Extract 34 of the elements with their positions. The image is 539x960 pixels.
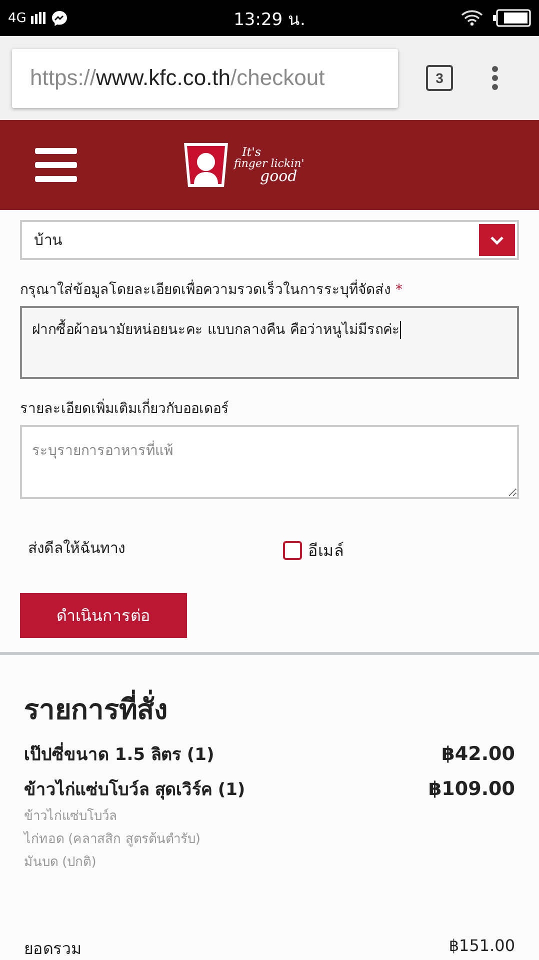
delivery-details-field[interactable]: ฝากซื้อผ้าอนามัยหน่อยนะคะ แบบกลางคืน คือว่าหนูไม่มีรถค่ะ bbox=[20, 306, 519, 379]
item-name: เป๊ปซี่ขนาด 1.5 ลิตร (1) bbox=[24, 740, 214, 770]
more-menu-icon[interactable] bbox=[491, 65, 499, 91]
order-notes-field[interactable]: ระบุรายการอาหารที่แพ้ bbox=[20, 425, 519, 499]
item-detail: ข้าวไก่แซ่บโบว์ล bbox=[24, 807, 118, 826]
field-label: รายละเอียดเพิ่มเติมเกี่ยวกับออเดอร์ bbox=[20, 397, 519, 419]
slogan-text: good bbox=[260, 169, 298, 184]
messenger-icon bbox=[51, 10, 68, 26]
wifi-icon bbox=[461, 10, 483, 26]
deals-label: ส่งดีลให้ฉันทาง bbox=[28, 538, 126, 558]
menu-icon[interactable] bbox=[35, 148, 77, 182]
address-type-select[interactable]: บ้าน bbox=[20, 220, 519, 260]
item-detail: ไก่ทอด (คลาสสิก สูตรต้นตำรับ) bbox=[24, 830, 202, 849]
continue-button[interactable]: ดำเนินการต่อ bbox=[20, 593, 187, 638]
item-name: ข้าวไก่แซ่บโบว์ล สุดเวิร์ค (1) bbox=[24, 778, 246, 802]
bucket-logo-icon bbox=[183, 142, 229, 188]
option-label: อีเมล์ bbox=[308, 540, 344, 562]
item-price: ฿109.00 bbox=[428, 777, 515, 802]
slogan-text: finger lickin' bbox=[234, 158, 304, 169]
item-detail: มันบด (ปกติ) bbox=[24, 854, 98, 872]
signal-icon bbox=[31, 12, 46, 24]
order-title: รายการที่สั่ง bbox=[24, 687, 515, 731]
clock-time: 13:29 น. bbox=[234, 8, 306, 32]
chevron-down-icon bbox=[490, 236, 504, 244]
item-price: ฿42.00 bbox=[442, 742, 515, 767]
battery-icon bbox=[493, 9, 531, 27]
total-label: ยอดรวม bbox=[24, 938, 82, 960]
total-value: ฿151.00 bbox=[448, 936, 515, 957]
network-label: 4G bbox=[8, 10, 26, 26]
tab-count-button[interactable]: 3 bbox=[426, 65, 453, 91]
slogan-text: It's bbox=[242, 146, 262, 158]
email-checkbox[interactable] bbox=[283, 541, 302, 560]
url-field[interactable]: https://www.kfc.co.th/checkout bbox=[12, 48, 398, 108]
field-label: กรุณาใส่ข้อมูลโดยละเอียดเพื่อความรวดเร็วในการระบุที่จัดส่ง * bbox=[20, 278, 519, 300]
